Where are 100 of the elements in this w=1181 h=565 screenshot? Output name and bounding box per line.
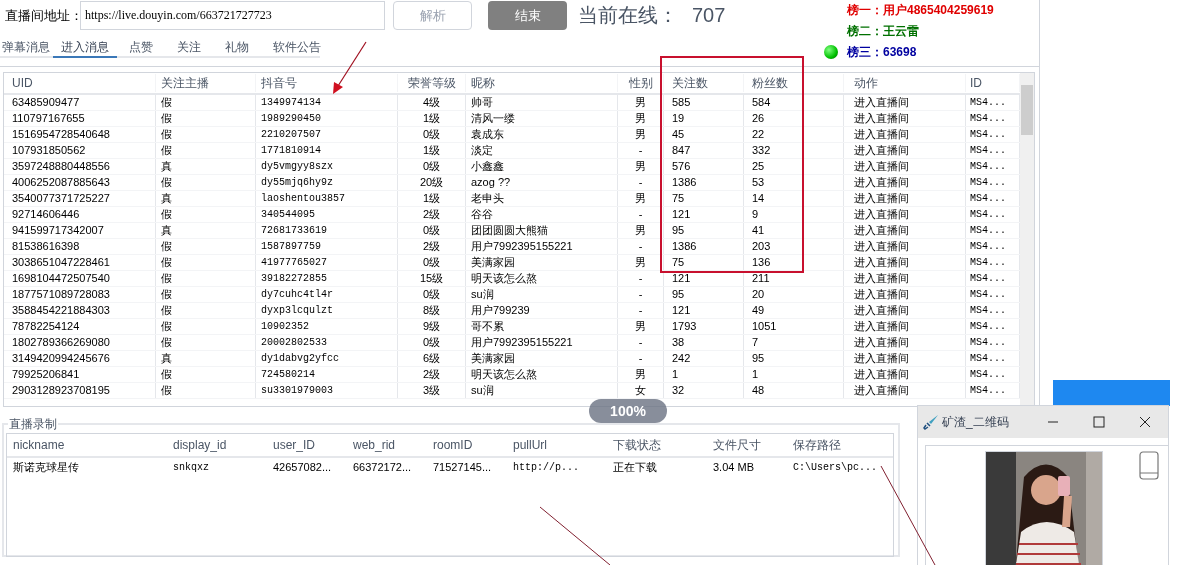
table-cell: 19 [664,111,744,126]
tab[interactable]: 弹幕消息 [0,38,53,56]
table-cell: 女 [618,383,664,398]
column-header[interactable]: 文件尺寸 [707,436,787,454]
tab[interactable]: 软件公告 [261,38,333,56]
column-header[interactable]: 性别 [618,74,664,92]
table-cell: dyxp3lcqulzt [256,303,398,318]
rank-label: 榜三：63698 [847,43,917,61]
table-cell-text: 正在下载 [612,459,658,475]
table-cell: 25 [744,159,844,174]
table-cell: su3301979003 [256,383,398,398]
table-cell-text: http://p... [512,460,580,475]
table-cell: 1 [744,367,844,382]
table-cell-text: 3.04 MB [712,459,755,475]
table-cell: - [618,207,664,222]
action-link[interactable]: 进入直播间 [844,335,966,350]
table-cell: 1989290450 [256,111,398,126]
tab[interactable]: 进入消息 [53,38,117,58]
action-link[interactable]: 进入直播间 [844,127,966,142]
action-link[interactable]: 进入直播间 [844,367,966,382]
table-cell: 假 [156,255,256,270]
column-header[interactable]: 关注主播 [156,74,256,92]
table-cell: 1386 [664,239,744,254]
table-cell: 用户799239 [466,303,618,318]
column-header[interactable]: 下载状态 [607,436,707,454]
table-cell: 1级 [398,143,466,158]
table-cell: 男 [618,191,664,206]
table-cell: 78782254124 [4,319,156,334]
table-cell: 美满家园 [466,351,618,366]
table-cell: 107931850562 [4,143,156,158]
tab[interactable]: 关注 [165,38,213,56]
action-link[interactable]: 进入直播间 [844,223,966,238]
table-cell: 0级 [398,127,466,142]
table-cell: 0级 [398,223,466,238]
table-cell: - [618,287,664,302]
table-cell: 假 [156,127,256,142]
action-link[interactable]: 进入直播间 [844,95,966,110]
column-header[interactable]: UID [4,74,156,92]
table-cell: 假 [156,271,256,286]
scrollbar-thumb[interactable] [1021,85,1033,135]
tab[interactable]: 礼物 [213,38,261,56]
action-link[interactable]: 进入直播间 [844,255,966,270]
table-cell: 男 [618,319,664,334]
column-header[interactable]: 粉丝数 [744,74,844,92]
table-cell: 20级 [398,175,466,190]
action-link[interactable]: 进入直播间 [844,175,966,190]
column-header[interactable]: nickname [7,436,167,454]
table-cell: 53 [744,175,844,190]
scrollbar[interactable] [1020,73,1034,406]
table-cell: dy5vmgyy8szx [256,159,398,174]
table-cell-text: 66372172... [352,459,413,475]
action-link[interactable]: 进入直播间 [844,303,966,318]
action-link[interactable]: 进入直播间 [844,143,966,158]
table-cell-text: snkqxz [172,460,210,475]
table-cell: 847 [664,143,744,158]
action-link[interactable]: 进入直播间 [844,191,966,206]
table-cell: 49 [744,303,844,318]
column-header[interactable]: roomID [427,436,507,454]
action-link[interactable]: 进入直播间 [844,111,966,126]
table-cell: 谷谷 [466,207,618,222]
table-cell: 121 [664,271,744,286]
table-cell: 1516954728540648 [4,127,156,142]
action-link[interactable]: 进入直播间 [844,207,966,222]
column-header[interactable]: 荣誉等级 [398,74,466,92]
action-link[interactable]: 进入直播间 [844,383,966,398]
column-header[interactable]: display_id [167,436,267,454]
table-cell: 41977765027 [256,255,398,270]
column-header[interactable]: 昵称 [466,74,618,92]
table-cell: 哥不累 [466,319,618,334]
tab[interactable]: 点赞 [117,38,165,56]
table-cell-text: 斯诺克球星传 [12,459,80,475]
table-cell: 1698104472507540 [4,271,156,286]
table-cell: 3级 [398,383,466,398]
button[interactable]: 结束 [488,1,567,30]
table-cell: 340544095 [256,207,398,222]
column-header[interactable]: user_ID [267,436,347,454]
table-cell: 95 [664,287,744,302]
column-header[interactable]: 关注数 [664,74,744,92]
online-count: 707 [692,3,726,28]
column-header[interactable]: 动作 [844,74,966,92]
table-cell: 2级 [398,207,466,222]
action-link[interactable]: 进入直播间 [844,239,966,254]
table-cell: 22 [744,127,844,142]
table-cell: 假 [156,111,256,126]
action-link[interactable]: 进入直播间 [844,287,966,302]
group-title: 直播录制 [8,416,58,433]
table-cell: 41 [744,223,844,238]
column-header[interactable]: 保存路径 [787,436,893,454]
phone-icon[interactable] [1138,451,1160,480]
table-cell: 男 [618,95,664,110]
action-link[interactable]: 进入直播间 [844,351,966,366]
table-cell: 男 [618,111,664,126]
table-cell: 0级 [398,255,466,270]
action-link[interactable]: 进入直播间 [844,271,966,286]
action-link[interactable]: 进入直播间 [844,159,966,174]
column-header[interactable]: pullUrl [507,436,607,454]
action-link[interactable]: 进入直播间 [844,319,966,334]
column-header[interactable]: web_rid [347,436,427,454]
address-field[interactable]: https://live.douyin.com/663721727723 [80,1,385,30]
table-cell: 2210207507 [256,127,398,142]
